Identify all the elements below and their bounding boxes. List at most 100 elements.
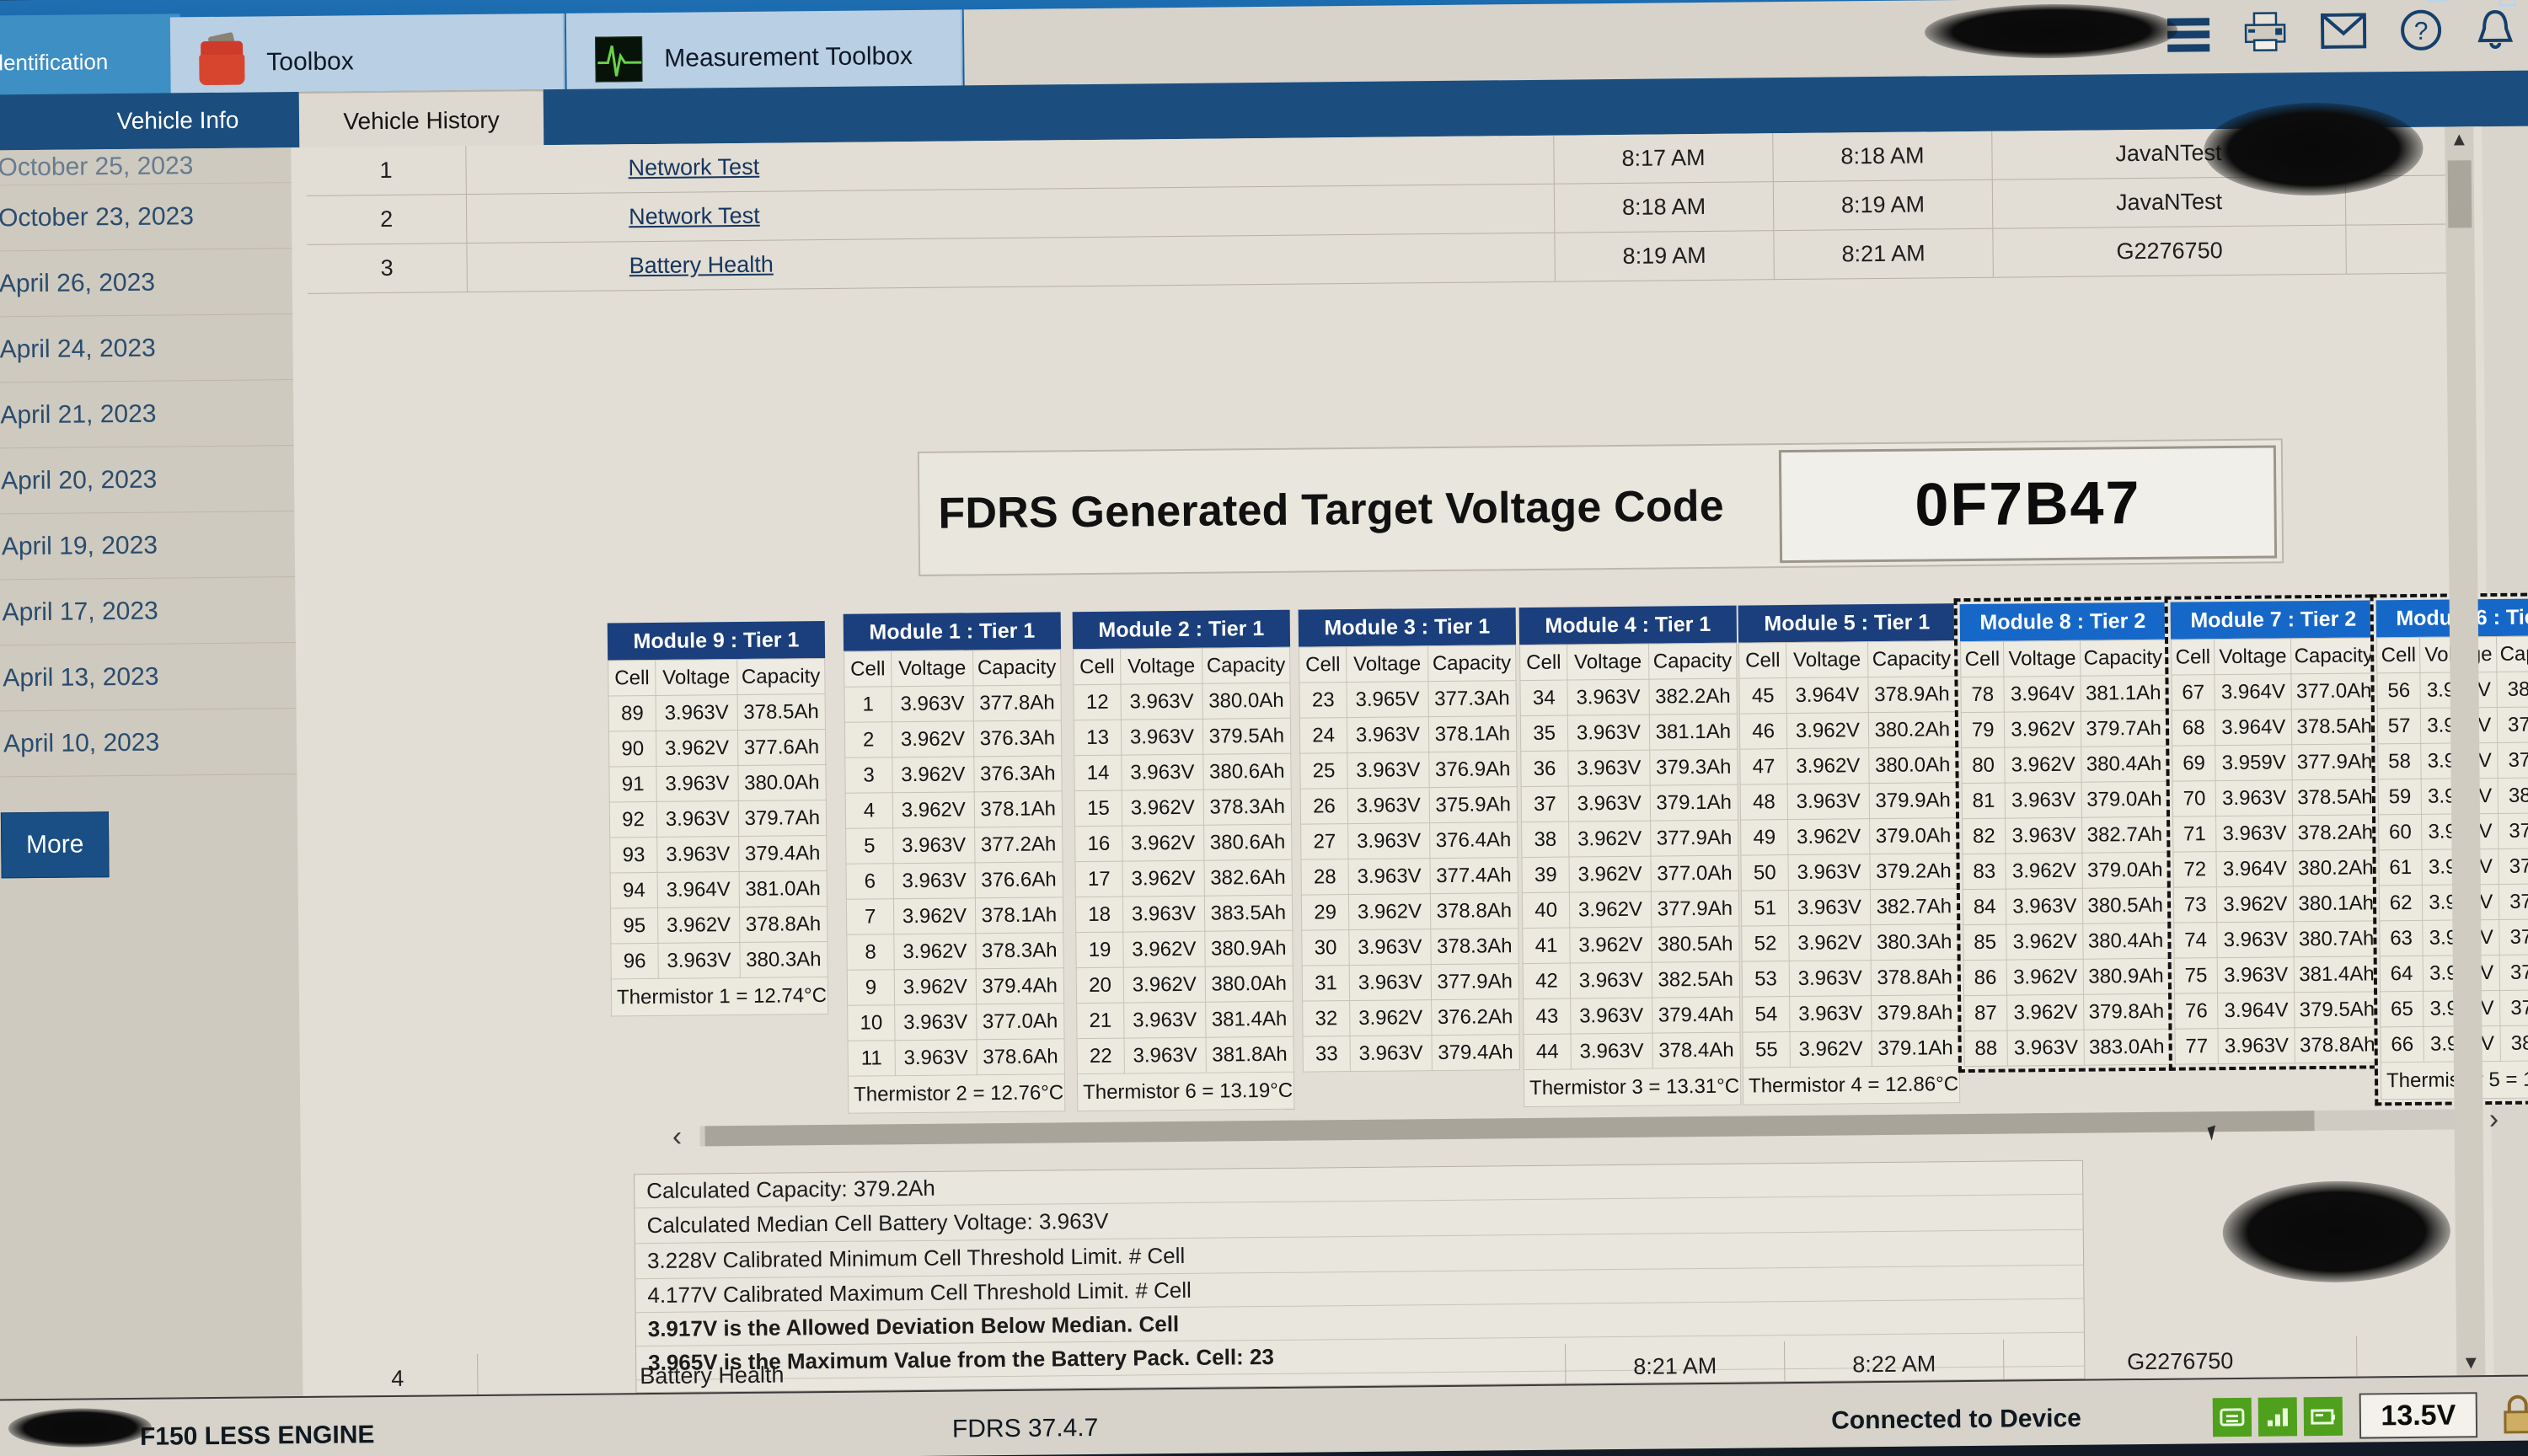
content-vertical-scrollbar[interactable]: ▲ ▼ (2445, 126, 2486, 1376)
sidebar-item-date[interactable]: October 25, 2023 (0, 147, 292, 186)
column-header-capacity: Capacity (2496, 635, 2528, 672)
cell-voltage: 3.963V (1788, 854, 1870, 891)
scroll-left-arrow-icon[interactable]: ‹ (662, 1120, 691, 1152)
printer-icon[interactable] (2243, 11, 2288, 56)
cell-number: 59 (2378, 779, 2422, 815)
cell-number: 14 (1074, 755, 1122, 791)
sidebar-item-date[interactable]: April 17, 2023 (0, 577, 296, 646)
cell-number: 34 (1519, 680, 1568, 716)
module-thermistor-reading: Thermistor 3 = 13.31°C (1523, 1068, 1742, 1108)
sidebar-item-date[interactable]: April 13, 2023 (0, 643, 297, 712)
sidebar-item-date[interactable]: April 20, 2023 (0, 446, 295, 515)
scroll-right-arrow-icon[interactable]: › (2479, 1102, 2508, 1134)
cell-number: 36 (1520, 751, 1569, 787)
cell-voltage: 3.963V (892, 685, 973, 722)
cell-number: 92 (609, 801, 657, 838)
cell-capacity: 377.9Ah (2291, 743, 2378, 780)
module-cell-row: 78 3.964V 381.1Ah (1960, 675, 2166, 713)
sidebar-item-date[interactable]: April 10, 2023 (0, 709, 297, 778)
module-cell-row: 67 3.964V 377.0Ah (2171, 672, 2377, 711)
cell-capacity: 379.5Ah (1202, 718, 1291, 755)
cell-capacity: 377.9Ah (1650, 891, 1739, 928)
cell-capacity: 378.2Ah (2292, 814, 2378, 851)
cell-capacity: 377.7A (2499, 918, 2528, 956)
cell-number: 54 (1742, 996, 1791, 1033)
help-icon[interactable]: ? (2400, 9, 2443, 56)
module-title: Module 5 : Tier 1 (1738, 603, 1957, 643)
sidebar-item-date[interactable]: April 19, 2023 (0, 511, 296, 581)
cell-number: 15 (1074, 790, 1122, 827)
cell-voltage: 3.962V (894, 933, 976, 970)
notifications-bell-icon[interactable] (2476, 8, 2515, 55)
cell-number: 89 (608, 695, 656, 731)
cell-capacity: 381.8Ah (1205, 1036, 1294, 1073)
module-cell-row: 42 3.963V 382.5Ah (1523, 961, 1740, 999)
cell-voltage: 3.963V (895, 1039, 977, 1076)
scroll-up-arrow-icon[interactable]: ▲ (2445, 126, 2473, 152)
cell-voltage: 3.963V (1568, 785, 1651, 822)
cell-capacity: 378.4A (2497, 706, 2528, 743)
row-test-name[interactable]: Battery Health (467, 233, 1554, 292)
sidebar-item-date[interactable]: October 23, 2023 (0, 183, 292, 252)
scroll-down-arrow-icon[interactable]: ▼ (2456, 1350, 2485, 1375)
cell-voltage: 3.964V (2215, 709, 2292, 746)
sidebar-item-date[interactable]: April 26, 2023 (0, 249, 293, 318)
module-cell-row: 85 3.962V 380.4Ah (1963, 923, 2169, 961)
cell-capacity: 379.7A (2499, 883, 2528, 920)
cell-capacity: 380.8A (2498, 777, 2528, 814)
cell-capacity: 380.5Ah (2082, 887, 2168, 924)
sidebar-item-date[interactable]: April 24, 2023 (0, 314, 293, 383)
cell-voltage: 3.963V (1347, 787, 1430, 824)
cell-voltage: 3.963V (1567, 750, 1650, 787)
cell-voltage: 3.963V (1350, 1035, 1432, 1072)
sidebar-date-label: April 26, 2023 (0, 268, 156, 297)
cell-voltage: 3.963V (1122, 754, 1203, 791)
cell-number: 43 (1523, 998, 1572, 1035)
target-voltage-code-label: FDRS Generated Target Voltage Code (938, 481, 1725, 538)
column-header-voltage: Voltage (1786, 641, 1868, 678)
column-header-capacity: Capacity (2080, 640, 2166, 677)
cell-number: 72 (2172, 851, 2217, 888)
cell-voltage: 3.962V (1348, 893, 1431, 930)
cell-capacity: 380.1Ah (2293, 885, 2379, 922)
cell-voltage: 3.963V (1347, 822, 1430, 859)
cell-voltage: 3.962V (2005, 747, 2082, 784)
module-cell-row: 32 3.962V 376.2Ah (1302, 998, 1519, 1037)
module-cell-row: 10 3.963V 377.0Ah (847, 1003, 1065, 1041)
cell-number: 82 (1962, 818, 2006, 854)
cell-capacity: 378.8Ah (1870, 959, 1959, 996)
cell-voltage: 3.963V (2006, 888, 2084, 925)
vertical-scrollbar-thumb[interactable] (2447, 160, 2472, 228)
cell-capacity: 380.4Ah (2083, 923, 2169, 960)
cell-voltage: 3.962V (2006, 853, 2083, 890)
more-button[interactable]: More (0, 811, 110, 879)
row-end-time: 8:19 AM (1772, 179, 1993, 231)
cell-number: 6 (846, 863, 894, 900)
mail-icon[interactable] (2320, 13, 2367, 53)
cell-voltage: 3.963V (1789, 995, 1872, 1032)
sidebar-item-date[interactable]: April 21, 2023 (0, 380, 294, 449)
cell-number: 83 (1962, 854, 2006, 890)
cell-number: 5 (845, 827, 894, 864)
module-cell-row: 89 3.963V 378.5Ah (608, 693, 826, 731)
cell-capacity: 380.4Ah (2081, 746, 2167, 783)
cell-number: 50 (1740, 854, 1789, 891)
module-cell-table: Cell Voltage Capacity 34 3.963V 382.2Ah 35 3.96… (1519, 643, 1741, 1070)
module-cell-row: 45 3.964V 378.9Ah (1738, 676, 1957, 715)
tab-vehicle-history[interactable]: Vehicle History (298, 89, 544, 151)
cell-capacity: 380.9Ah (1204, 930, 1293, 967)
cell-number: 51 (1741, 890, 1789, 927)
cell-capacity: 379.3Ah (1649, 749, 1738, 786)
row-test-link[interactable]: Network Test (628, 154, 759, 181)
column-header-voltage: Voltage (2214, 638, 2292, 675)
tab-vehicle-info[interactable]: Vehicle Info (56, 92, 300, 150)
module-title: Module 7 : Tier 2 (2170, 600, 2377, 640)
row-end-time: 8:21 AM (1773, 228, 1993, 280)
row-test-link[interactable]: Network Test (629, 203, 760, 230)
cell-capacity: 377.9Ah (1430, 963, 1519, 1000)
module-cell-row: 13 3.963V 379.5Ah (1074, 718, 1291, 756)
cell-number: 60 (2378, 814, 2423, 850)
cell-capacity: 377.9A (2499, 989, 2528, 1026)
menu-icon[interactable] (2166, 17, 2210, 52)
row-test-link[interactable]: Battery Health (629, 252, 774, 280)
